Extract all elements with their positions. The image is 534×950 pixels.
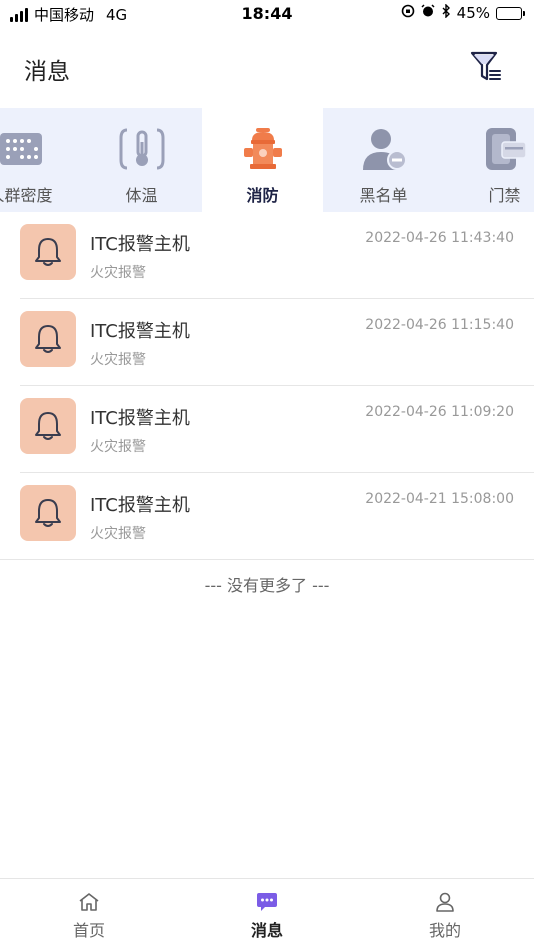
alarm-badge xyxy=(20,485,76,541)
fire-hydrant-icon xyxy=(238,124,288,174)
message-time: 2022-04-26 11:15:40 xyxy=(365,317,514,333)
nav-home[interactable]: 首页 xyxy=(0,879,178,950)
nav-messages[interactable]: 消息 xyxy=(178,879,356,950)
bell-icon xyxy=(35,499,61,527)
nav-label: 首页 xyxy=(72,921,105,940)
message-list: ITC报警主机 火灾报警 2022-04-26 11:43:40 ITC报警主机… xyxy=(0,212,534,560)
battery-icon xyxy=(496,6,525,20)
rotation-lock-icon xyxy=(401,4,415,22)
tab-label: 体温 xyxy=(125,186,158,205)
bell-icon xyxy=(35,412,61,440)
message-title: ITC报警主机 xyxy=(90,321,190,342)
message-time: 2022-04-21 15:08:00 xyxy=(365,491,514,507)
message-title: ITC报警主机 xyxy=(90,408,190,429)
nav-profile[interactable]: 我的 xyxy=(356,879,534,950)
bell-icon xyxy=(35,238,61,266)
alarm-badge xyxy=(20,224,76,280)
list-item[interactable]: ITC报警主机 火灾报警 2022-04-26 11:09:20 xyxy=(20,386,534,473)
thermometer-icon xyxy=(117,124,167,174)
blacklist-user-icon xyxy=(359,124,409,174)
message-icon xyxy=(255,891,279,913)
tab-label: 门禁 xyxy=(488,186,521,205)
tab-label: 人群密度 xyxy=(0,186,53,205)
tab-crowd-density[interactable]: 人群密度 xyxy=(0,108,81,212)
battery-percent: 45% xyxy=(456,4,490,22)
access-card-icon xyxy=(480,124,530,174)
message-title: ITC报警主机 xyxy=(90,234,190,255)
message-subtitle: 火灾报警 xyxy=(90,439,146,455)
tab-temperature[interactable]: 体温 xyxy=(81,108,202,212)
tab-label: 消防 xyxy=(246,186,279,205)
message-time: 2022-04-26 11:43:40 xyxy=(365,230,514,246)
alarm-icon xyxy=(421,4,435,22)
message-title: ITC报警主机 xyxy=(90,495,190,516)
message-subtitle: 火灾报警 xyxy=(90,526,146,542)
category-tabs: 人群密度 体温 xyxy=(0,108,534,212)
alarm-badge xyxy=(20,398,76,454)
bluetooth-icon xyxy=(441,3,451,22)
nav-label: 我的 xyxy=(428,921,461,940)
status-right: 45% xyxy=(401,3,525,22)
tabs-track: 人群密度 体温 xyxy=(0,108,534,212)
user-icon xyxy=(433,891,457,913)
status-bar: 中国移动 4G 18:44 45% xyxy=(0,0,534,28)
tab-access-control[interactable]: 门禁 xyxy=(444,108,534,212)
alarm-badge xyxy=(20,311,76,367)
nav-label: 消息 xyxy=(250,921,283,940)
tab-blacklist[interactable]: 黑名单 xyxy=(323,108,444,212)
tab-fire[interactable]: 消防 xyxy=(202,108,323,212)
filter-button[interactable] xyxy=(470,50,502,84)
no-more-text: --- 没有更多了 --- xyxy=(204,576,330,595)
home-icon xyxy=(77,891,101,913)
list-item[interactable]: ITC报警主机 火灾报警 2022-04-26 11:15:40 xyxy=(20,299,534,386)
header: 消息 xyxy=(0,36,534,100)
tab-label: 黑名单 xyxy=(359,186,408,205)
list-item[interactable]: ITC报警主机 火灾报警 2022-04-26 11:43:40 xyxy=(20,212,534,299)
bottom-nav: 首页 消息 我的 xyxy=(0,878,534,950)
bell-icon xyxy=(35,325,61,353)
page-title: 消息 xyxy=(24,59,70,85)
message-subtitle: 火灾报警 xyxy=(90,265,146,281)
filter-icon xyxy=(470,51,501,81)
list-item[interactable]: ITC报警主机 火灾报警 2022-04-21 15:08:00 xyxy=(0,473,534,560)
message-time: 2022-04-26 11:09:20 xyxy=(365,404,514,420)
crowd-density-icon xyxy=(0,124,46,174)
message-subtitle: 火灾报警 xyxy=(90,352,146,368)
